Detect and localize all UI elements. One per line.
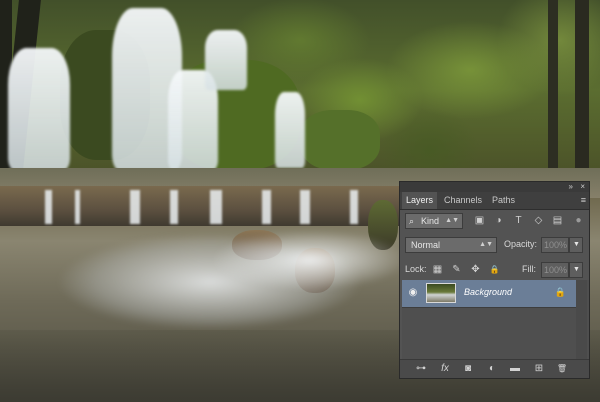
filter-kind-select[interactable]: ⌕ Kind ▲▼ (405, 213, 463, 229)
panel-menu-icon[interactable]: ≡ (581, 193, 586, 208)
link-layers-icon[interactable]: ⊶ (414, 363, 428, 375)
add-mask-icon[interactable]: ◙ (461, 363, 475, 375)
layer-thumbnail[interactable] (426, 283, 456, 303)
panel-tabs: Layers Channels Paths ≡ (400, 192, 589, 210)
chevron-down-icon: ▲▼ (479, 241, 493, 248)
layers-scrollbar[interactable] (576, 280, 587, 360)
adjustment-layer-icon[interactable]: ◐ (485, 363, 499, 375)
search-icon: ⌕ (409, 216, 415, 226)
new-group-icon[interactable]: ▬ (508, 363, 522, 375)
cascade (350, 190, 358, 224)
waterfall (8, 48, 70, 170)
chevron-down-icon: ▼ (573, 266, 580, 273)
fx-icon[interactable]: fx (438, 363, 452, 375)
filter-toggle-icon[interactable]: ● (573, 215, 584, 226)
filter-row: ⌕ Kind ▲▼ ▣ ◑ T ◇ ▤ ● (400, 213, 589, 229)
fill-input[interactable]: 100% (541, 262, 569, 278)
lock-all-icon[interactable]: 🔒 (489, 264, 500, 275)
waterfall (205, 30, 247, 90)
new-layer-icon[interactable]: ⊞ (532, 363, 546, 375)
waterfall (275, 92, 305, 168)
opacity-value: 100% (544, 240, 568, 250)
type-filter-icon[interactable]: T (513, 215, 524, 226)
panel-footer: ⊶ fx ◙ ◐ ▬ ⊞ 🗑 (400, 359, 589, 378)
shape-filter-icon[interactable]: ◇ (533, 215, 544, 226)
layers-list: ◉ Background 🔒 (402, 280, 589, 360)
adjustment-filter-icon[interactable]: ◑ (493, 215, 504, 226)
blend-mode-value: Normal (411, 240, 441, 250)
cascade (300, 190, 310, 224)
close-icon[interactable]: × (580, 182, 585, 192)
chevron-down-icon: ▼ (573, 241, 580, 248)
smart-object-filter-icon[interactable]: ▤ (552, 215, 563, 226)
layers-panel: » × Layers Channels Paths ≡ ⌕ Kind ▲▼ ▣ … (399, 181, 590, 379)
tree-trunk (548, 0, 558, 170)
filter-kind-label: Kind (421, 216, 440, 226)
lock-label: Lock: (405, 264, 427, 274)
layer-row-background[interactable]: ◉ Background 🔒 (402, 280, 576, 308)
trash-icon[interactable]: 🗑 (555, 363, 569, 375)
opacity-label: Opacity: (504, 239, 538, 249)
cascade (210, 190, 222, 224)
fill-slider-button[interactable]: ▼ (569, 262, 583, 278)
tab-paths[interactable]: Paths (488, 192, 519, 209)
tree-trunk (575, 0, 589, 175)
chevron-down-icon: ▲▼ (445, 217, 459, 224)
lock-icon: 🔒 (554, 287, 566, 297)
lock-transparent-pixels-icon[interactable]: ▦ (432, 264, 443, 275)
layer-name[interactable]: Background (464, 287, 512, 297)
cascade (45, 190, 52, 224)
cascade (130, 190, 140, 224)
pixel-filter-icon[interactable]: ▣ (474, 215, 485, 226)
collapse-icon[interactable]: » (569, 182, 573, 192)
eye-icon[interactable]: ◉ (407, 287, 419, 299)
blend-row: Normal ▲▼ Opacity: 100% ▼ (400, 237, 589, 253)
cascade (75, 190, 80, 224)
lock-position-icon[interactable]: ✥ (470, 264, 481, 275)
fill-value: 100% (544, 265, 568, 275)
tab-channels[interactable]: Channels (440, 192, 486, 209)
cascade (170, 190, 178, 224)
mossy-rock (300, 110, 380, 170)
fill-label: Fill: (522, 264, 536, 274)
panel-titlebar: » × (400, 182, 589, 192)
opacity-slider-button[interactable]: ▼ (569, 237, 583, 253)
cascade (262, 190, 271, 224)
lock-image-pixels-icon[interactable]: ✎ (451, 264, 462, 275)
tab-layers[interactable]: Layers (402, 192, 438, 209)
blend-mode-select[interactable]: Normal ▲▼ (405, 237, 497, 253)
lock-row: Lock: ▦ ✎ ✥ 🔒 Fill: 100% ▼ (400, 262, 589, 278)
opacity-input[interactable]: 100% (541, 237, 569, 253)
